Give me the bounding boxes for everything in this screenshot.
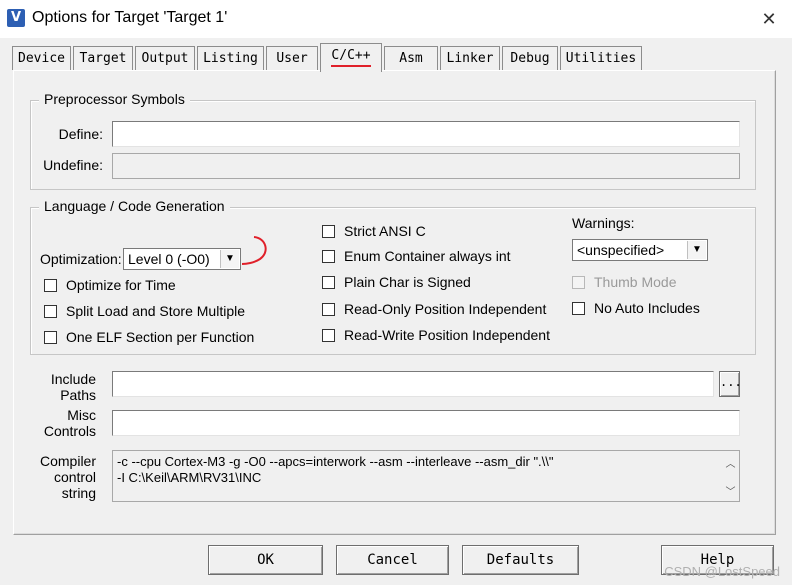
chevron-down-icon[interactable]: ▼ [687, 241, 706, 259]
undefine-label: Undefine: [43, 157, 103, 173]
misc-controls-input[interactable] [112, 410, 740, 436]
checkbox-box[interactable] [322, 276, 335, 289]
tab-asm[interactable]: Asm [384, 46, 438, 70]
chevron-down-icon[interactable]: ▼ [220, 250, 239, 268]
checkbox-box[interactable] [44, 305, 57, 318]
preprocessor-title: Preprocessor Symbols [39, 91, 190, 107]
chevron-down-icon[interactable]: ﹀ [722, 485, 739, 501]
keil-uv-icon: V [7, 9, 25, 27]
checkbox-box[interactable] [322, 303, 335, 316]
tab-target[interactable]: Target [73, 46, 133, 70]
include-paths-input[interactable] [112, 371, 714, 397]
checkbox-box[interactable] [44, 279, 57, 292]
window-title: Options for Target 'Target 1' [32, 9, 228, 26]
tab-utilities[interactable]: Utilities [560, 46, 642, 70]
red-annotation-curve [241, 236, 267, 265]
thumb-mode-checkbox[interactable]: Thumb Mode [572, 274, 676, 290]
optimization-value: Level 0 (-O0) [128, 251, 210, 267]
chevron-up-icon[interactable]: ︿ [722, 457, 739, 473]
optimization-select[interactable]: Level 0 (-O0) ▼ [123, 248, 241, 270]
browse-include-paths-button[interactable]: ... [719, 371, 742, 397]
watermark: CSDN @LostSpeed [664, 564, 780, 579]
cancel-button[interactable]: Cancel [336, 545, 449, 575]
one-elf-section-checkbox[interactable]: One ELF Section per Function [44, 329, 254, 345]
enum-container-checkbox[interactable]: Enum Container always int [322, 248, 511, 264]
misc-controls-label: Misc Controls [43, 407, 96, 439]
include-paths-label: Include Paths [50, 371, 96, 403]
optimization-label: Optimization: [40, 251, 122, 267]
compiler-control-label: Compiler control string [39, 453, 96, 501]
tab-listing[interactable]: Listing [197, 46, 264, 70]
strict-ansi-c-checkbox[interactable]: Strict ANSI C [322, 223, 426, 239]
warnings-value: <unspecified> [577, 242, 665, 258]
compiler-control-line-2: -I C:\Keil\ARM\RV31\INC [117, 470, 262, 485]
checkbox-box[interactable] [44, 331, 57, 344]
vertical-scrollbar[interactable]: ︿ ﹀ [722, 451, 739, 501]
tab-linker[interactable]: Linker [440, 46, 500, 70]
undefine-input[interactable] [112, 153, 740, 179]
compiler-control-string[interactable]: -c --cpu Cortex-M3 -g -O0 --apcs=interwo… [112, 450, 740, 502]
plain-char-signed-checkbox[interactable]: Plain Char is Signed [322, 274, 471, 290]
checkbox-box[interactable] [322, 250, 335, 263]
checkbox-box[interactable] [572, 276, 585, 289]
tab-device[interactable]: Device [12, 46, 71, 70]
ropi-checkbox[interactable]: Read-Only Position Independent [322, 301, 546, 317]
compiler-control-line-1: -c --cpu Cortex-M3 -g -O0 --apcs=interwo… [117, 454, 554, 469]
rwpi-checkbox[interactable]: Read-Write Position Independent [322, 327, 550, 343]
define-input[interactable] [112, 121, 740, 147]
checkbox-box[interactable] [322, 225, 335, 238]
warnings-label: Warnings: [572, 215, 635, 231]
tab-debug[interactable]: Debug [502, 46, 558, 70]
close-icon[interactable]: ✕ [746, 0, 792, 38]
tab-c-cpp[interactable]: C/C++ [320, 43, 382, 72]
warnings-select[interactable]: <unspecified> ▼ [572, 239, 708, 261]
no-auto-includes-checkbox[interactable]: No Auto Includes [572, 300, 700, 316]
title-bar: V Options for Target 'Target 1' ✕ [0, 0, 792, 38]
split-load-store-checkbox[interactable]: Split Load and Store Multiple [44, 303, 245, 319]
tab-output[interactable]: Output [135, 46, 195, 70]
checkbox-box[interactable] [572, 302, 585, 315]
define-label: Define: [58, 126, 103, 142]
defaults-button[interactable]: Defaults [462, 545, 579, 575]
ok-button[interactable]: OK [208, 545, 323, 575]
checkbox-box[interactable] [322, 329, 335, 342]
tab-user[interactable]: User [266, 46, 318, 70]
optimize-for-time-checkbox[interactable]: Optimize for Time [44, 277, 176, 293]
language-title: Language / Code Generation [39, 198, 230, 214]
